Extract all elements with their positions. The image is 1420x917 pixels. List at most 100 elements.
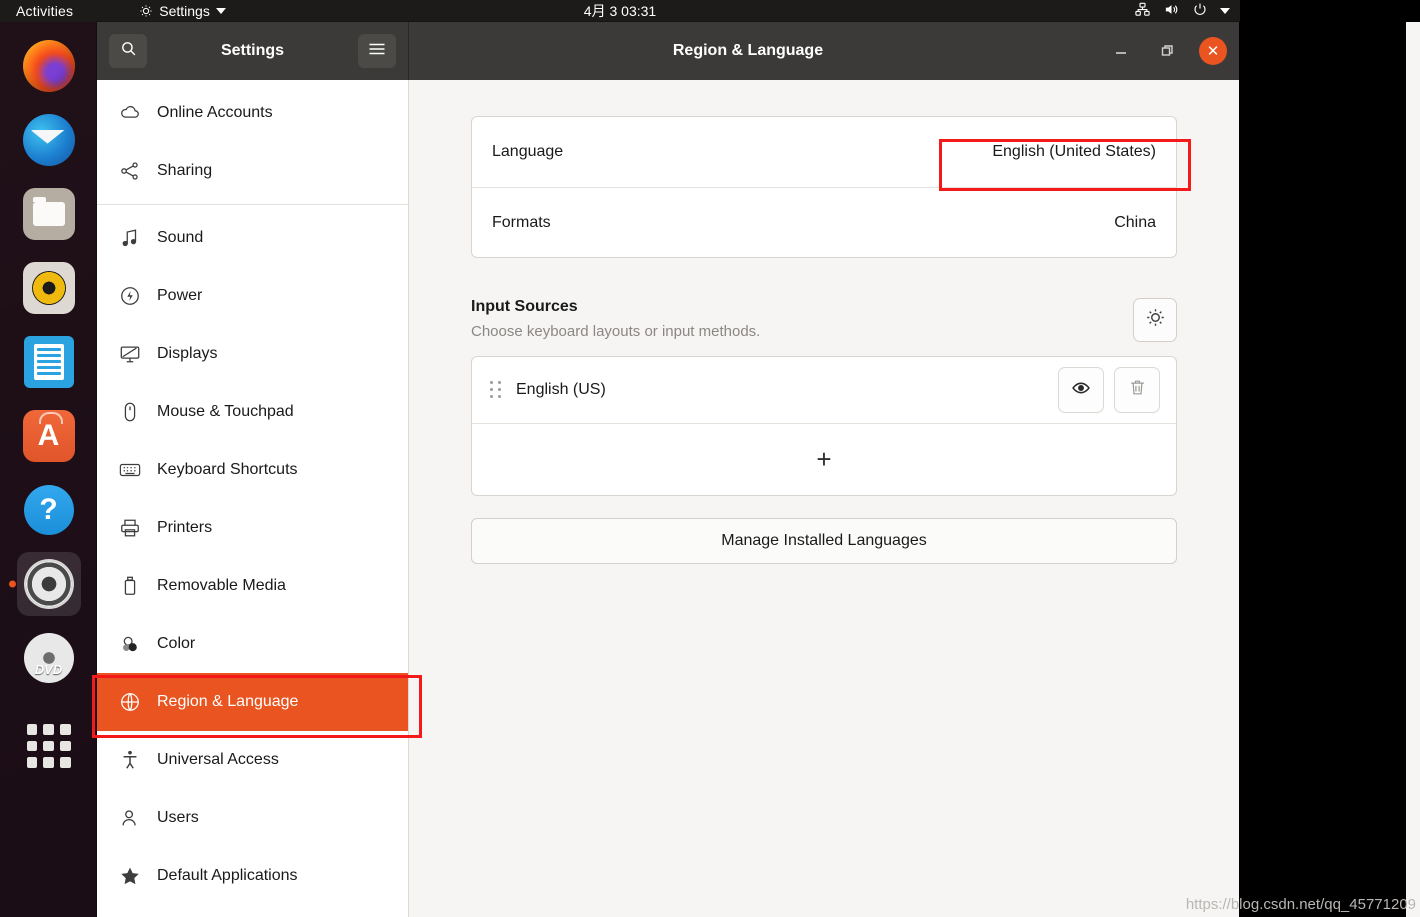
window-body: Online Accounts Sharing Sound Power Disp… [97,80,1239,917]
dock-item-libreoffice-writer[interactable] [17,330,81,394]
close-icon: ✕ [1206,43,1220,60]
sidebar-item-online-accounts[interactable]: Online Accounts [97,84,408,142]
gear-icon [1145,307,1166,333]
drag-handle-icon[interactable] [490,381,502,399]
activities-button[interactable]: Activities [16,3,73,19]
input-sources-header: Input Sources Choose keyboard layouts or… [471,298,1177,342]
clock[interactable]: 4月 3 03:31 [584,1,656,21]
sidebar-item-default-applications[interactable]: Default Applications [97,847,408,905]
remove-input-source-button[interactable] [1114,367,1160,413]
formats-row[interactable]: Formats China [472,187,1176,257]
dock-item-firefox[interactable] [17,34,81,98]
dvd-icon: DVD [23,633,74,683]
header-bar-left: Settings [97,22,409,80]
sidebar-item-sound[interactable]: Sound [97,209,408,267]
sidebar-item-printers[interactable]: Printers [97,499,408,557]
files-icon [22,188,75,240]
input-source-actions [1058,367,1160,413]
sidebar-item-label: Sound [157,229,204,246]
black-right-region [1239,0,1406,917]
language-row[interactable]: Language English (United States) [472,117,1176,187]
window-controls: ✕ [1107,37,1227,65]
language-value: English (United States) [992,143,1156,160]
minimize-button[interactable] [1107,37,1135,65]
globe-icon [119,691,141,713]
ubuntu-software-icon: A [22,410,75,462]
dock-item-ubuntu-software[interactable]: A [17,404,81,468]
chevron-down-icon [215,8,226,14]
printer-icon [119,517,141,539]
eye-icon [1071,378,1091,403]
right-edge-strip [1406,22,1420,917]
sidebar-item-users[interactable]: Users [97,789,408,847]
usb-drive-icon [119,575,141,597]
star-icon [119,865,141,887]
trash-icon [1128,378,1147,402]
sidebar-item-keyboard-shortcuts[interactable]: Keyboard Shortcuts [97,441,408,499]
search-button[interactable] [109,34,147,68]
sidebar-item-mouse-touchpad[interactable]: Mouse & Touchpad [97,383,408,441]
sidebar-item-label: Users [157,809,199,826]
show-applications-icon [26,724,71,768]
mouse-icon [119,401,141,423]
sidebar-item-universal-access[interactable]: Universal Access [97,731,408,789]
network-icon [1134,2,1151,20]
user-icon [119,807,141,829]
monitor-icon [119,343,141,365]
formats-value: China [1114,213,1156,231]
screen: Activities Settings 4月 3 03:31 A ? DVD S… [0,0,1420,917]
app-menu-button[interactable]: Settings [139,3,226,19]
dock-item-show-applications[interactable] [17,714,81,778]
sidebar-item-region-language[interactable]: Region & Language [97,673,408,731]
settings-gear-icon [25,561,72,607]
cloud-icon [119,102,141,124]
sidebar-item-label: Default Applications [157,867,298,884]
maximize-button[interactable] [1153,37,1181,65]
dock-item-thunderbird[interactable] [17,108,81,172]
page-title: Region & Language [672,42,824,59]
app-menu-label: Settings [159,3,210,19]
sidebar-item-label: Mouse & Touchpad [157,403,294,420]
firefox-icon [22,40,75,92]
add-input-source-button[interactable]: + [472,423,1176,495]
dock-item-dvd[interactable]: DVD [17,626,81,690]
dock-item-help[interactable]: ? [17,478,81,542]
help-glyph: ? [39,493,58,526]
manage-installed-languages-button[interactable]: Manage Installed Languages [471,518,1177,564]
settings-sidebar: Online Accounts Sharing Sound Power Disp… [97,80,409,917]
sidebar-item-sharing[interactable]: Sharing [97,142,408,200]
libreoffice-writer-icon [23,336,74,388]
status-area[interactable] [1134,2,1230,20]
preview-layout-button[interactable] [1058,367,1104,413]
power-icon [1192,2,1208,20]
status-chevron-down-icon[interactable] [1220,8,1230,14]
dock-item-rhythmbox[interactable] [17,256,81,320]
plus-icon: + [816,444,832,474]
sidebar-item-color[interactable]: Color [97,615,408,673]
search-icon [120,40,137,62]
sidebar-item-label: Sharing [157,162,213,179]
sidebar-item-power[interactable]: Power [97,267,408,325]
input-sources-options-button[interactable] [1133,298,1177,342]
sidebar-item-label: Online Accounts [157,104,273,121]
color-circles-icon [119,633,141,655]
sidebar-item-label: Universal Access [157,751,279,768]
hamburger-menu-icon [368,42,386,61]
dock-item-files[interactable] [17,182,81,246]
sidebar-item-label: Color [157,635,196,652]
dvd-glyph: DVD [34,662,63,677]
help-icon: ? [23,485,74,535]
input-sources-subtitle: Choose keyboard layouts or input methods… [471,323,761,340]
input-source-label: English (US) [516,381,606,398]
sidebar-item-displays[interactable]: Displays [97,325,408,383]
close-button[interactable]: ✕ [1199,37,1227,65]
accessibility-icon [119,749,141,771]
input-source-row[interactable]: English (US) [472,357,1176,423]
power-bolt-icon [119,285,141,307]
right-edge-strip-top [1406,0,1420,22]
manage-installed-languages-label: Manage Installed Languages [721,532,927,549]
main-menu-button[interactable] [358,34,396,68]
dock-item-settings[interactable] [16,552,81,616]
sidebar-item-removable-media[interactable]: Removable Media [97,557,408,615]
sidebar-separator [97,204,408,205]
